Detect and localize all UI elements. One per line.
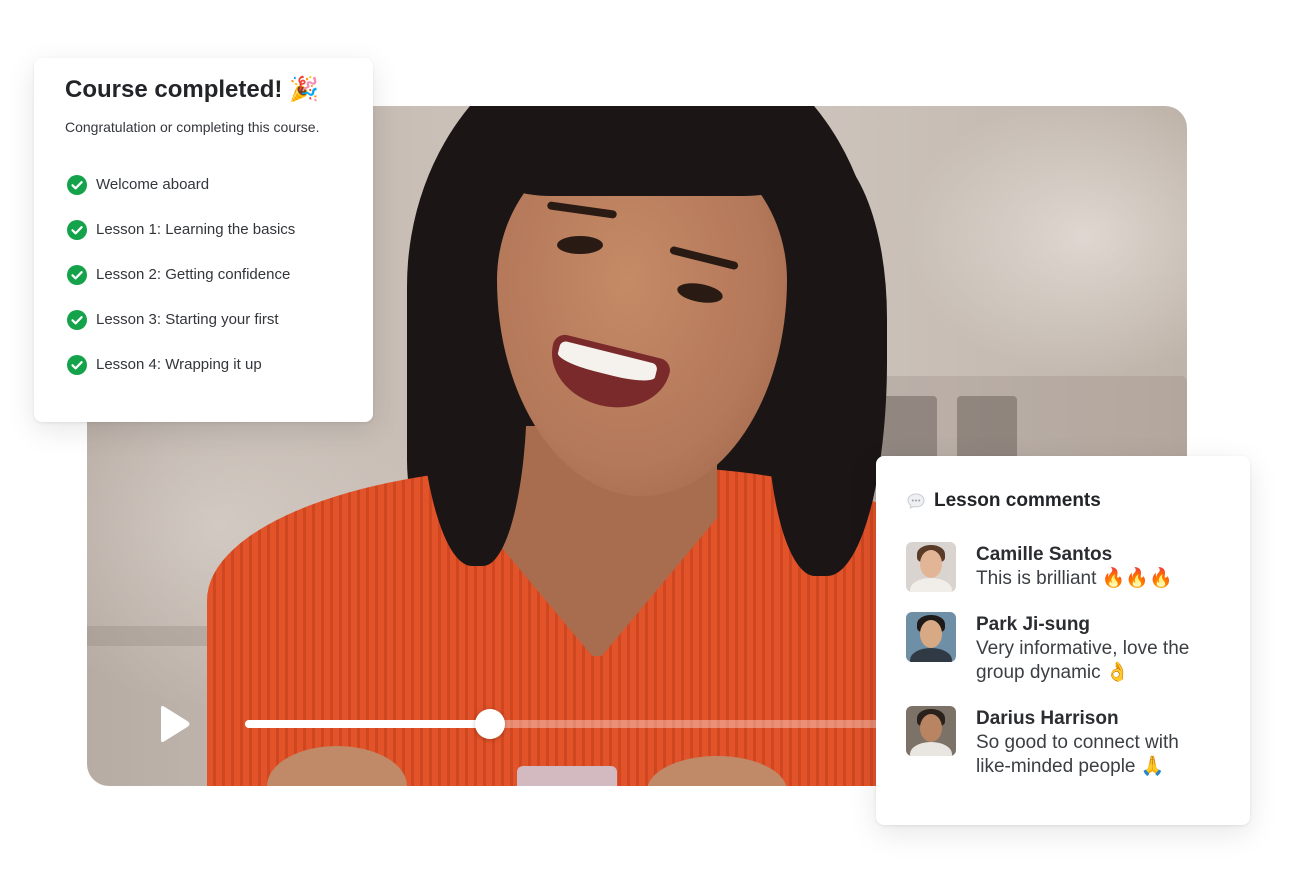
comment-text: So good to connect with like-minded peop… [976, 732, 1179, 777]
video-progress-handle[interactable] [474, 709, 505, 739]
lesson-item-3[interactable]: Lesson 3: Starting your first [65, 297, 349, 342]
play-button[interactable] [153, 704, 193, 744]
comments-title: Lesson comments [934, 490, 1101, 511]
speech-bubble-icon [906, 491, 926, 511]
avatar [906, 542, 956, 592]
course-completed-title: Course completed! 🎉 [65, 76, 319, 103]
lesson-comments-card: Lesson comments Camille Santos This is b… [876, 456, 1250, 825]
comment-item: Park Ji-sung Very informative, love the … [906, 612, 1230, 685]
avatar [906, 612, 956, 662]
lesson-label: Welcome aboard [96, 176, 210, 193]
check-circle-icon [67, 264, 87, 285]
check-circle-icon [67, 354, 87, 375]
comment-item: Darius Harrison So good to connect with … [906, 706, 1230, 779]
comment-author: Camille Santos [976, 544, 1113, 565]
comment-author: Darius Harrison [976, 708, 1119, 729]
comment-item: Camille Santos This is brilliant 🔥🔥🔥 [906, 542, 1230, 592]
lesson-item-1[interactable]: Lesson 1: Learning the basics [65, 207, 349, 252]
check-circle-icon [67, 309, 87, 330]
video-progress-fill [245, 720, 490, 728]
check-circle-icon [67, 174, 87, 195]
course-promo-scene: Course completed! 🎉 Congratulation or co… [0, 0, 1289, 871]
comment-text: This is brilliant 🔥🔥🔥 [976, 568, 1173, 589]
lesson-label: Lesson 1: Learning the basics [96, 221, 296, 238]
avatar [906, 706, 956, 756]
comment-author: Park Ji-sung [976, 614, 1091, 635]
course-completed-card: Course completed! 🎉 Congratulation or co… [34, 58, 373, 422]
lesson-item-4[interactable]: Lesson 4: Wrapping it up [65, 342, 349, 387]
lesson-label: Lesson 4: Wrapping it up [96, 356, 262, 373]
course-completed-subtitle: Congratulation or completing this course… [65, 119, 320, 135]
lesson-list: Welcome aboard Lesson 1: Learning the ba… [65, 162, 349, 387]
comment-text: Very informative, love the group dynamic… [976, 638, 1190, 683]
lesson-label: Lesson 3: Starting your first [96, 311, 279, 328]
lesson-item-2[interactable]: Lesson 2: Getting confidence [65, 252, 349, 297]
check-circle-icon [67, 219, 87, 240]
lesson-label: Lesson 2: Getting confidence [96, 266, 291, 283]
lesson-item-welcome[interactable]: Welcome aboard [65, 162, 349, 207]
play-icon [161, 706, 190, 742]
comments-header: Lesson comments [906, 488, 1230, 514]
